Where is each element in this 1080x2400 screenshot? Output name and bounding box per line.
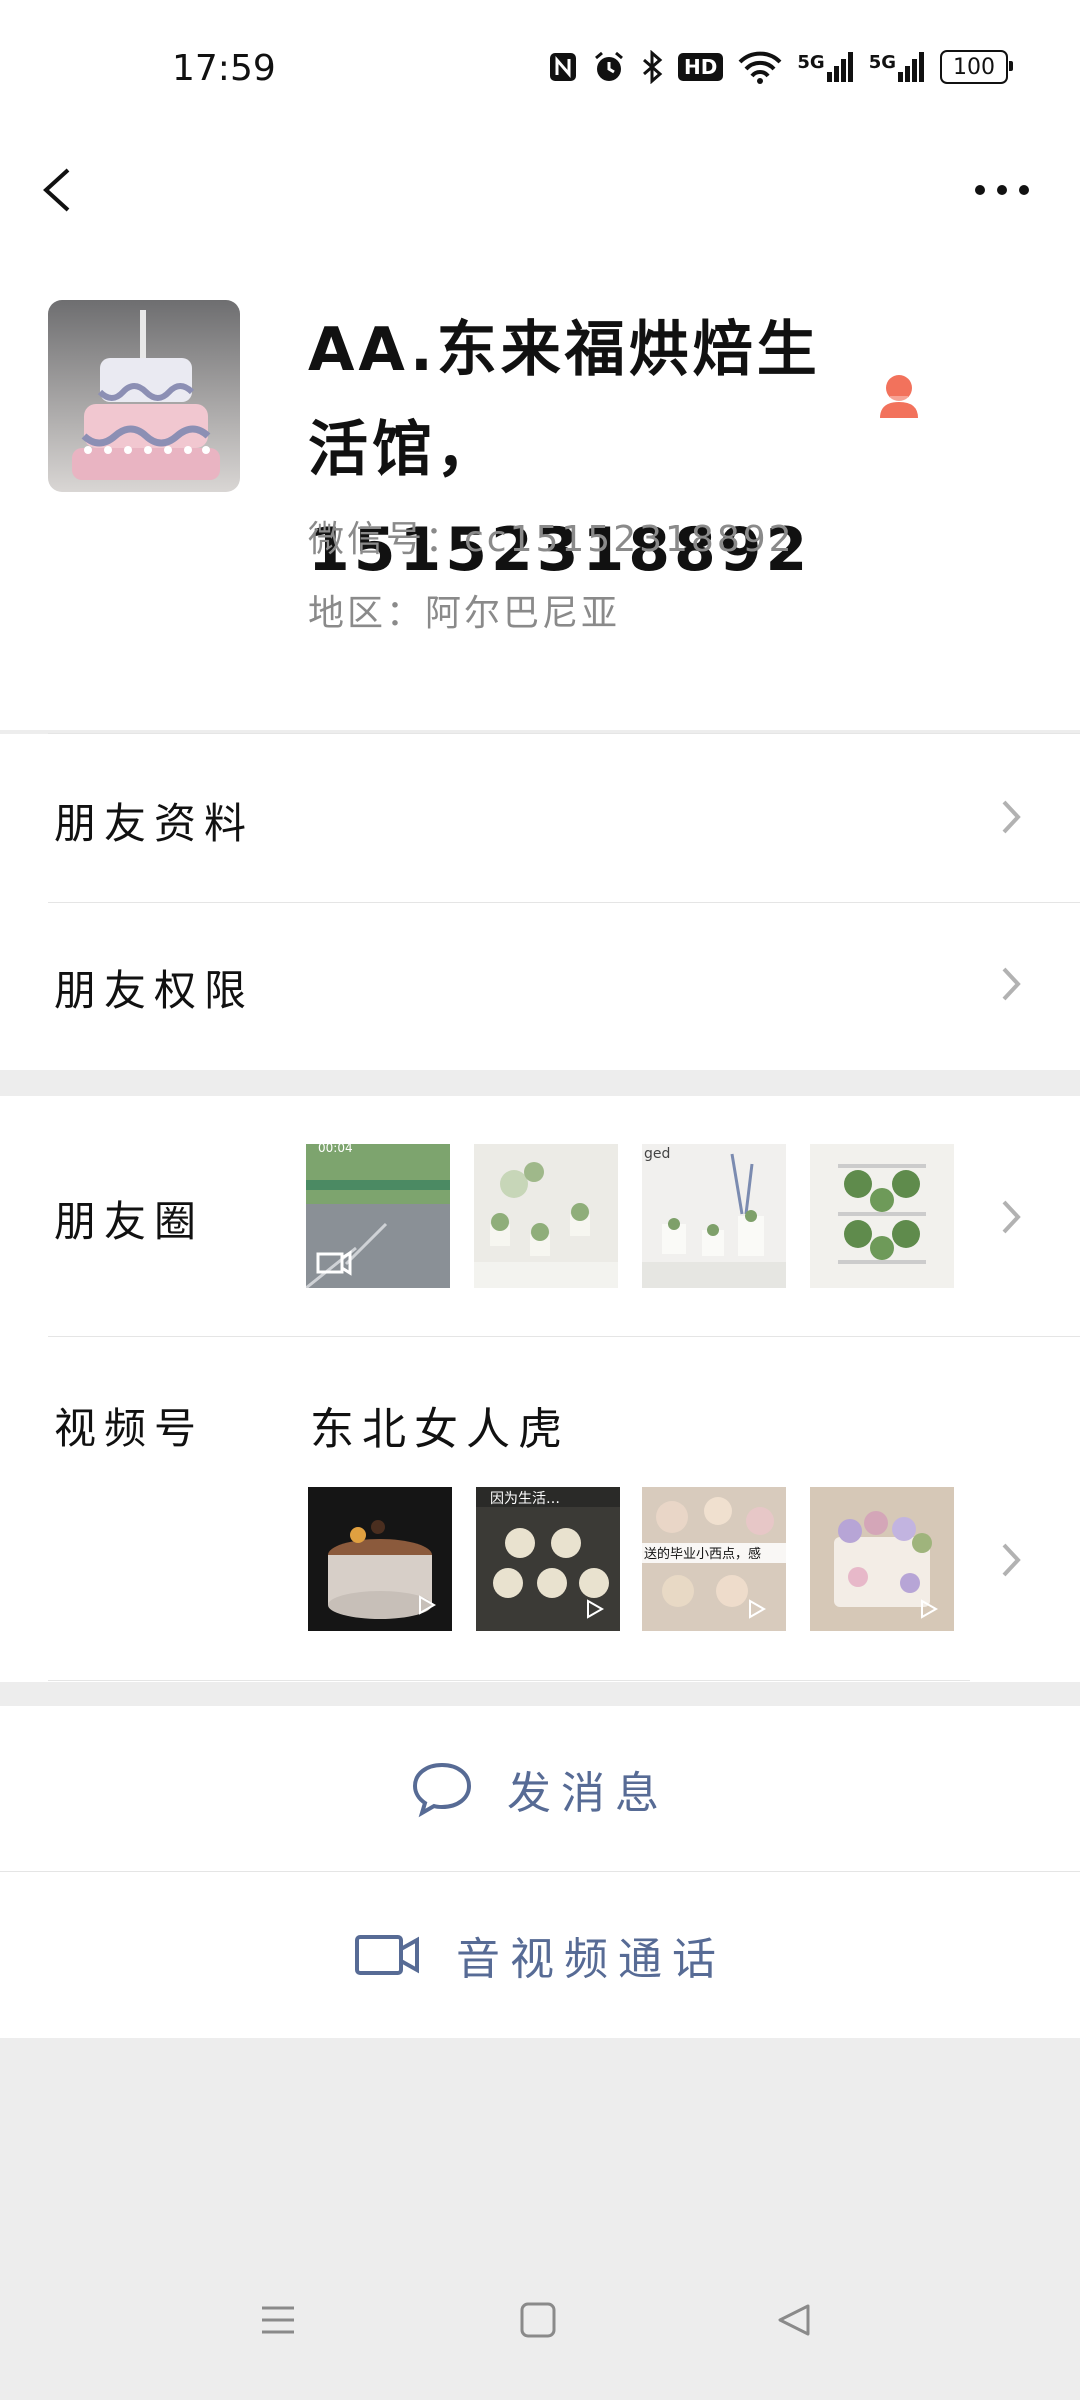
- wechat-id: 微信号：cc15152318892: [308, 519, 795, 560]
- signal-1: 5G: [797, 52, 854, 82]
- bluetooth-icon: [643, 50, 663, 84]
- signal-icon: [898, 52, 924, 82]
- region: 地区：阿尔巴尼亚: [308, 593, 621, 634]
- channel-thumbnail[interactable]: [308, 1487, 452, 1631]
- chevron-right-icon: [1002, 967, 1021, 1001]
- nfc-icon: [550, 53, 577, 81]
- profile-header: AA.东来福烘焙生活馆，15152318892 微信号：cc1515231889…: [0, 270, 1080, 734]
- chevron-right-icon: [1002, 1543, 1021, 1577]
- video-call-button[interactable]: 音视频通话: [0, 1872, 1080, 2038]
- signal-icon: [826, 52, 853, 82]
- status-bar: 17:59 HD 5G 5G 100: [0, 0, 1080, 140]
- video-call-label: 音视频通话: [456, 1934, 726, 1985]
- more-button[interactable]: [962, 150, 1042, 230]
- battery-icon: 100: [940, 50, 1013, 84]
- battery-level: 100: [953, 54, 995, 80]
- dessert-table-image: [474, 1144, 618, 1288]
- back-triangle-icon[interactable]: [774, 2300, 814, 2340]
- female-gender-icon: [874, 372, 924, 422]
- road-video-image: 00:04: [306, 1144, 450, 1288]
- status-icons: HD 5G 5G 100: [548, 50, 1013, 84]
- moments-thumbnail[interactable]: [474, 1144, 618, 1288]
- friend-permissions-row[interactable]: 朋友权限: [0, 903, 1080, 1070]
- video-camera-icon: [355, 1935, 419, 1975]
- moments-thumbnail[interactable]: ged: [642, 1144, 786, 1288]
- settings-section: 朋友资料 朋友权限: [0, 734, 1080, 1070]
- friend-info-label: 朋友资料: [54, 799, 255, 848]
- chevron-right-icon: [1002, 1200, 1021, 1234]
- thumb-caption: ged: [644, 1146, 670, 1162]
- send-message-label: 发消息: [507, 1767, 669, 1819]
- system-nav-bar: [0, 2260, 1080, 2400]
- network-label: 5G: [797, 52, 825, 73]
- avatar[interactable]: [48, 300, 240, 492]
- signal-2: 5G: [869, 52, 926, 82]
- moments-row[interactable]: 朋友圈 00:04 ged: [0, 1096, 1080, 1336]
- moments-thumbnail[interactable]: [810, 1144, 954, 1288]
- cupcake-stand-image: [810, 1144, 954, 1288]
- friend-permissions-label: 朋友权限: [54, 966, 255, 1015]
- friend-info-row[interactable]: 朋友资料: [0, 734, 1080, 901]
- channel-thumbnail[interactable]: 送的毕业小西点，感: [642, 1487, 786, 1631]
- network-label: 5G: [868, 52, 896, 73]
- chevron-right-icon: [1002, 800, 1021, 834]
- thumb-caption: 因为生活…: [490, 1491, 560, 1507]
- channels-label: 视频号: [54, 1404, 205, 1453]
- back-button[interactable]: [36, 150, 96, 230]
- desserts-box-image: 送的毕业小西点，感: [642, 1487, 786, 1631]
- home-icon[interactable]: [518, 2300, 558, 2340]
- menu-icon[interactable]: [258, 2300, 298, 2340]
- status-time: 17:59: [172, 48, 276, 89]
- channels-row[interactable]: 视频号 东北女人虎 因为生活… 送的毕业小西点，感: [0, 1337, 1080, 1682]
- more-dots-icon: [975, 185, 1029, 195]
- channel-thumbnail[interactable]: 因为生活…: [476, 1487, 620, 1631]
- chocolate-cake-image: [308, 1487, 452, 1631]
- thumb-caption: 送的毕业小西点，感: [644, 1546, 761, 1562]
- channel-name: 东北女人虎: [310, 1404, 570, 1455]
- media-section: 朋友圈 00:04 ged 视频号 东北女人虎 因为生活… 送的毕业小西点，感: [0, 1096, 1080, 1682]
- back-arrow-icon: [43, 168, 70, 212]
- chat-bubble-icon: [412, 1762, 472, 1817]
- nav-bar: [0, 140, 1080, 270]
- alarm-icon: [595, 51, 623, 81]
- dessert-display-image: ged: [642, 1144, 786, 1288]
- send-message-button[interactable]: 发消息: [0, 1706, 1080, 1871]
- wifi-icon: [738, 51, 782, 84]
- hd-badge: HD: [678, 53, 724, 81]
- cake-avatar-image: [48, 300, 240, 492]
- moments-label: 朋友圈: [54, 1197, 205, 1246]
- video-duration: 00:04: [318, 1144, 353, 1155]
- divider: [48, 1680, 970, 1681]
- baking-tray-image: 因为生活…: [476, 1487, 620, 1631]
- channel-thumbnail[interactable]: [810, 1487, 954, 1631]
- floral-cake-image: [810, 1487, 954, 1631]
- moments-thumbnail[interactable]: 00:04: [306, 1144, 450, 1288]
